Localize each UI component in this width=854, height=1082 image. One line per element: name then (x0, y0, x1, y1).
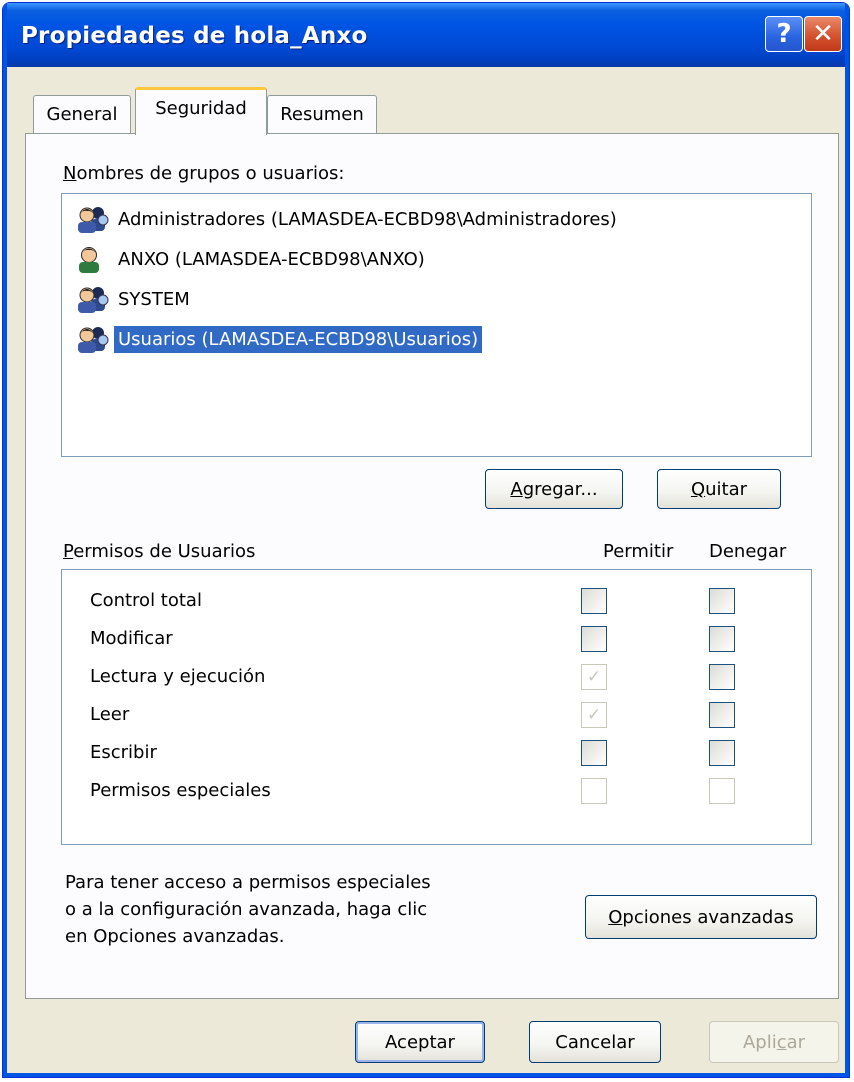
deny-checkbox[interactable] (709, 740, 735, 766)
permissions-label: Permisos de Usuarios (63, 541, 256, 562)
deny-checkbox[interactable] (709, 626, 735, 652)
close-icon: ✕ (812, 19, 834, 49)
group-users-icon (78, 207, 109, 233)
title-bar[interactable]: Propiedades de hola_Anxo ? ✕ (3, 3, 849, 67)
allow-checkbox: ✓ (581, 664, 607, 690)
tab-resumen[interactable]: Resumen (267, 95, 377, 133)
allow-checkbox (581, 778, 607, 804)
perm-row-modificar: Modificar (62, 620, 811, 658)
list-item-label: Administradores (LAMASDEA-ECBD98\Adminis… (118, 208, 617, 230)
list-item-usuarios[interactable]: Usuarios (LAMASDEA-ECBD98\Usuarios) (72, 322, 483, 356)
perm-row-escribir: Escribir (62, 734, 811, 772)
allow-checkbox[interactable] (581, 588, 607, 614)
permissions-list: Control total Modificar Lectura y ejecuc… (61, 569, 812, 845)
help-icon: ? (776, 19, 792, 49)
check-icon: ✓ (586, 666, 602, 687)
user-icon (79, 247, 99, 273)
properties-dialog: Propiedades de hola_Anxo ? ✕ General Res… (2, 2, 850, 1078)
perm-row-control-total: Control total (62, 582, 811, 620)
deny-column-header: Denegar (709, 541, 787, 562)
list-item-label: SYSTEM (118, 288, 190, 310)
allow-checkbox[interactable] (581, 626, 607, 652)
groups-label: Nombres de grupos o usuarios: (63, 163, 345, 184)
perm-label: Leer (90, 704, 130, 725)
perm-label: Permisos especiales (90, 780, 271, 801)
remove-button[interactable]: Quitar (657, 469, 781, 509)
group-users-icon (78, 327, 109, 353)
apply-button: Apli c ar (709, 1021, 839, 1063)
perm-label: Control total (90, 590, 202, 611)
groups-listbox[interactable]: Administradores (LAMASDEA-ECBD98\Adminis… (61, 193, 812, 457)
window-title: Propiedades de hola_Anxo (21, 23, 368, 49)
advanced-help-text: Para tener acceso a permisos especiales … (65, 872, 431, 947)
list-item-system[interactable]: SYSTEM (72, 282, 194, 316)
tab-general[interactable]: General (33, 95, 131, 133)
perm-row-permisos-especiales: Permisos especiales (62, 772, 811, 810)
help-button[interactable]: ? (765, 16, 803, 52)
list-item-label: ANXO (LAMASDEA-ECBD98\ANXO) (118, 248, 425, 270)
close-button[interactable]: ✕ (804, 16, 842, 52)
cancel-button[interactable]: Cancelar (529, 1021, 661, 1063)
ok-button[interactable]: Aceptar (355, 1021, 485, 1063)
perm-row-lectura-ejecucion: Lectura y ejecución ✓ (62, 658, 811, 696)
deny-checkbox[interactable] (709, 664, 735, 690)
perm-label: Modificar (90, 628, 173, 649)
check-icon: ✓ (586, 704, 602, 725)
list-item-administradores[interactable]: Administradores (LAMASDEA-ECBD98\Adminis… (72, 202, 621, 236)
advanced-options-button[interactable]: Opciones avanzadas (585, 895, 817, 939)
deny-checkbox[interactable] (709, 588, 735, 614)
list-item-label: Usuarios (LAMASDEA-ECBD98\Usuarios) (114, 325, 483, 353)
perm-label: Lectura y ejecución (90, 666, 266, 687)
allow-checkbox[interactable] (581, 740, 607, 766)
list-item-anxo[interactable]: ANXO (LAMASDEA-ECBD98\ANXO) (72, 242, 429, 276)
perm-label: Escribir (90, 742, 157, 763)
tab-seguridad[interactable]: Seguridad (135, 87, 267, 135)
deny-checkbox[interactable] (709, 702, 735, 728)
allow-column-header: Permitir (603, 541, 674, 562)
group-users-icon (78, 287, 109, 313)
add-button[interactable]: Agregar... (485, 469, 623, 509)
perm-row-leer: Leer ✓ (62, 696, 811, 734)
allow-checkbox: ✓ (581, 702, 607, 728)
deny-checkbox (709, 778, 735, 804)
